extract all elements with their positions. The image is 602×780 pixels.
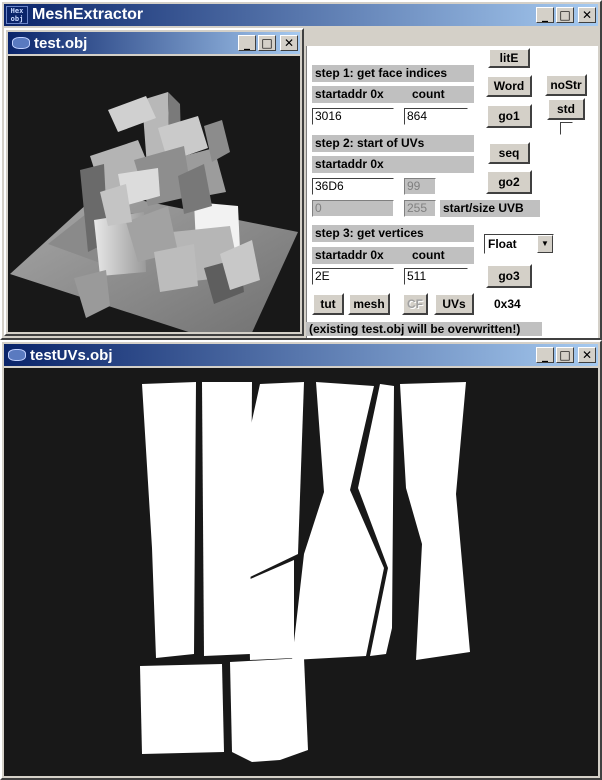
format-select[interactable]: Float ▼: [484, 234, 554, 254]
uv-titlebar[interactable]: testUVs.obj _ □ ✕: [4, 344, 598, 366]
uvb-size-field: 255: [404, 200, 436, 217]
minimize-button[interactable]: _: [536, 347, 554, 363]
nostr-button[interactable]: noStr: [545, 74, 587, 96]
uv-preview-viewport[interactable]: [4, 368, 598, 776]
step1-startaddr-label: startaddr 0x count: [312, 86, 474, 103]
uvs-button[interactable]: UVs: [434, 293, 474, 315]
go1-button[interactable]: go1: [486, 104, 532, 128]
step2-heading: step 2: start of UVs: [312, 135, 474, 152]
close-button[interactable]: ✕: [280, 35, 298, 51]
maximize-button[interactable]: □: [258, 35, 276, 51]
document-icon: [8, 349, 26, 361]
mesh-preview-render: [10, 92, 298, 332]
step3-count-input[interactable]: 511: [404, 268, 468, 285]
main-titlebar[interactable]: Hex obj MeshExtractor _ □ ✕: [4, 4, 598, 26]
step3-heading: step 3: get vertices: [312, 225, 474, 242]
uv-window-title: testUVs.obj: [30, 346, 113, 364]
cf-button: CF: [402, 293, 428, 315]
preview-titlebar[interactable]: test.obj _ □ ✕: [8, 32, 300, 54]
step1-count-input[interactable]: 864: [404, 108, 468, 125]
go2-button[interactable]: go2: [486, 170, 532, 194]
main-window-title: MeshExtractor: [32, 6, 144, 23]
close-button[interactable]: ✕: [578, 7, 596, 23]
tut-button[interactable]: tut: [312, 293, 344, 315]
uv-window: testUVs.obj _ □ ✕: [0, 340, 602, 780]
minimize-button[interactable]: _: [238, 35, 256, 51]
go3-button[interactable]: go3: [486, 264, 532, 288]
step2-disabled-field-1: 99: [404, 178, 436, 195]
step3-startaddr-input[interactable]: 2E: [312, 268, 394, 285]
lite-button[interactable]: litE: [488, 48, 530, 68]
overwrite-warning: (existing test.obj will be overwritten!): [306, 322, 542, 336]
document-icon: [12, 37, 30, 49]
seq-button[interactable]: seq: [488, 142, 530, 164]
word-button[interactable]: Word: [486, 75, 532, 97]
uvb-start-field: 0: [312, 200, 394, 217]
maximize-button[interactable]: □: [556, 347, 574, 363]
mesh-button[interactable]: mesh: [348, 293, 390, 315]
maximize-button[interactable]: □: [556, 7, 574, 23]
step1-heading: step 1: get face indices: [312, 65, 474, 82]
std-button[interactable]: std: [547, 98, 585, 120]
step3-startaddr-label: startaddr 0x count: [312, 247, 474, 264]
hex-obj-app-icon: Hex obj: [6, 6, 28, 24]
step2-startaddr-label: startaddr 0x: [312, 156, 474, 173]
std-checkbox[interactable]: [560, 122, 573, 135]
preview-window: test.obj _ □ ✕: [4, 28, 304, 336]
start-size-uvb-label: start/size UVB: [440, 200, 540, 217]
step2-startaddr-input[interactable]: 36D6: [312, 178, 394, 195]
preview-window-title: test.obj: [34, 34, 88, 52]
chevron-down-icon[interactable]: ▼: [537, 235, 553, 253]
mesh-preview-viewport[interactable]: [8, 56, 300, 332]
uv-layout-render: [140, 382, 470, 762]
stride-label: 0x34: [494, 297, 521, 311]
minimize-button[interactable]: _: [536, 7, 554, 23]
step1-startaddr-input[interactable]: 3016: [312, 108, 394, 125]
close-button[interactable]: ✕: [578, 347, 596, 363]
